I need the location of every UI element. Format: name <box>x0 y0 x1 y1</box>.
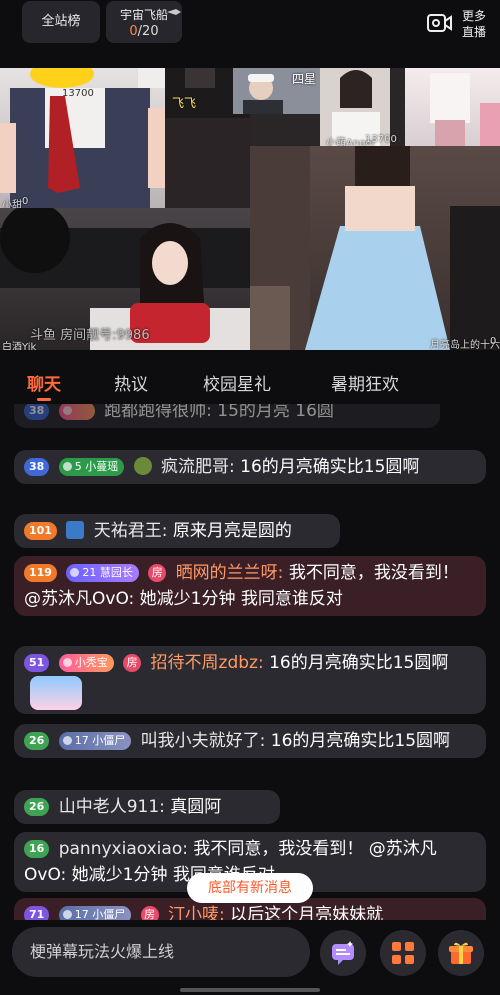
chat-message: 119 21 慧园长 房 晒网的兰兰呀: 我不同意，我没看到！ @苏沐凡OvO:… <box>14 556 486 616</box>
caption-tl-count: 0 <box>22 196 29 207</box>
video-tile-main-right: 月亮岛上的十六月 0 <box>250 146 500 350</box>
tab-chat[interactable]: 聊天 <box>27 370 61 395</box>
level-badge: 71 <box>24 906 50 920</box>
chat-bubble-icon <box>332 941 354 965</box>
fan-badge: 17 小僵尸 <box>58 732 132 750</box>
avatar-icon <box>66 521 85 539</box>
chat-message: 26 山中老人911: 真圆阿 <box>14 790 280 824</box>
message-text: 原来月亮是圆的 <box>167 521 292 541</box>
message-text: 真圆阿 <box>164 797 222 817</box>
level-badge: 26 <box>24 732 50 750</box>
message-text: 以后这个月亮妹妹就 <box>224 905 384 920</box>
username[interactable]: 山中老人911: <box>59 797 165 817</box>
live-video-collage[interactable]: 13700 小甜 0 飞飞 四星 小萌Angel 13700 斗鱼 房间靓号:9… <box>0 68 500 350</box>
level-badge: 38 <box>24 458 50 476</box>
chat-message: 38 跑都跑得很帅: 15的月亮 16圆 <box>14 404 440 428</box>
room-manager-badge: 房 <box>140 906 159 920</box>
video-camera-icon <box>427 14 452 32</box>
tab-summer-carnival[interactable]: 暑期狂欢 <box>331 370 399 395</box>
tab-hot-topics[interactable]: 热议 <box>114 370 148 395</box>
fan-badge: 21 慧园长 <box>66 564 139 582</box>
message-text: 跑都跑得很帅: 15的月亮 16圆 <box>104 404 334 421</box>
video-tile-bottom-left: 斗鱼 房间靓号:9986 白酒Yik <box>0 208 250 350</box>
chat-message: 26 17 小僵尸 叫我小夫就好了: 16的月亮确实比15圆啊 <box>14 724 486 758</box>
spaceship-icon <box>167 9 181 15</box>
level-badge: 38 <box>24 404 50 420</box>
spaceship-progress: 0/20 <box>129 24 159 39</box>
home-indicator <box>180 988 320 992</box>
active-tab-indicator <box>37 398 51 401</box>
viewer-count-tl: 13700 <box>62 88 94 99</box>
level-badge: 26 <box>24 798 50 816</box>
level-badge: 16 <box>24 840 50 858</box>
tab-campus-star-gift[interactable]: 校园星礼 <box>203 370 271 395</box>
username[interactable]: 叫我小夫就好了: <box>141 731 266 751</box>
gift-button[interactable] <box>438 930 484 976</box>
bottom-bar: 梗弹幕玩法火爆上线 <box>0 920 500 995</box>
fan-badge <box>58 404 95 420</box>
level-badge: 51 <box>24 654 50 672</box>
username[interactable]: 天祐君王: <box>94 521 168 541</box>
more-features-button[interactable] <box>380 930 426 976</box>
level-badge: 101 <box>24 522 57 540</box>
username[interactable]: 疯流肥哥: <box>161 457 235 477</box>
message-text: 16的月亮确实比15圆啊 <box>265 731 451 751</box>
chat-list[interactable]: 38 跑都跑得很帅: 15的月亮 16圆 38 5 小蔓瑶 疯流肥哥: 16的月… <box>0 404 500 920</box>
caption-bl-name: 白酒Yik <box>2 342 37 350</box>
medal-icon <box>133 457 152 475</box>
video-tile-top-right <box>405 68 500 146</box>
danmaku-style-button[interactable] <box>320 930 366 976</box>
grid-icon <box>392 942 414 964</box>
more-live-button[interactable]: 更多 直播 <box>424 6 494 40</box>
room-number-caption: 斗鱼 房间靓号:9986 <box>30 328 150 343</box>
caption-tl: 小甜 <box>2 200 22 208</box>
caption-star: 四星 <box>292 72 317 86</box>
emote-sticker <box>30 676 82 710</box>
message-text: 16的月亮确实比15圆啊 <box>263 653 449 673</box>
room-manager-badge: 房 <box>123 654 142 672</box>
chat-message: 101 天祐君王: 原来月亮是圆的 <box>14 514 340 548</box>
danmaku-input[interactable]: 梗弹幕玩法火爆上线 <box>12 927 310 977</box>
username[interactable]: 晒网的兰兰呀: <box>176 563 284 583</box>
caption-angel-count: 13700 <box>365 134 397 145</box>
spaceship-button[interactable]: 宇宙飞船 0/20 <box>106 1 182 43</box>
site-rank-button[interactable]: 全站榜 <box>22 1 100 43</box>
username[interactable]: 汀小唛: <box>168 905 225 920</box>
caption-fly: 飞飞 <box>172 96 197 110</box>
username[interactable]: 招待不周zdbz: <box>151 653 264 673</box>
tab-bar: 聊天 热议 校园星礼 暑期狂欢 <box>0 356 500 404</box>
chat-message: 51 小秃宝 房 招待不周zdbz: 16的月亮确实比15圆啊 <box>14 646 486 714</box>
new-messages-button[interactable]: 底部有新消息 <box>187 873 313 903</box>
fan-badge: 17 小僵尸 <box>58 906 132 920</box>
message-text: 16的月亮确实比15圆啊 <box>234 457 420 477</box>
caption-br-count: 0 <box>490 336 497 347</box>
fan-badge: 5 小蔓瑶 <box>58 458 125 476</box>
gift-icon <box>449 942 473 964</box>
video-tile-top-left: 13700 小甜 0 <box>0 68 165 208</box>
chat-message: 38 5 小蔓瑶 疯流肥哥: 16的月亮确实比15圆啊 <box>14 450 486 484</box>
room-manager-badge: 房 <box>148 564 167 582</box>
top-bar: 全站榜 宇宙飞船 0/20 更多 直播 <box>0 0 500 48</box>
fan-badge: 小秃宝 <box>58 654 114 672</box>
username[interactable]: pannyxiaoxiao: <box>59 839 188 859</box>
level-badge: 119 <box>24 564 57 582</box>
